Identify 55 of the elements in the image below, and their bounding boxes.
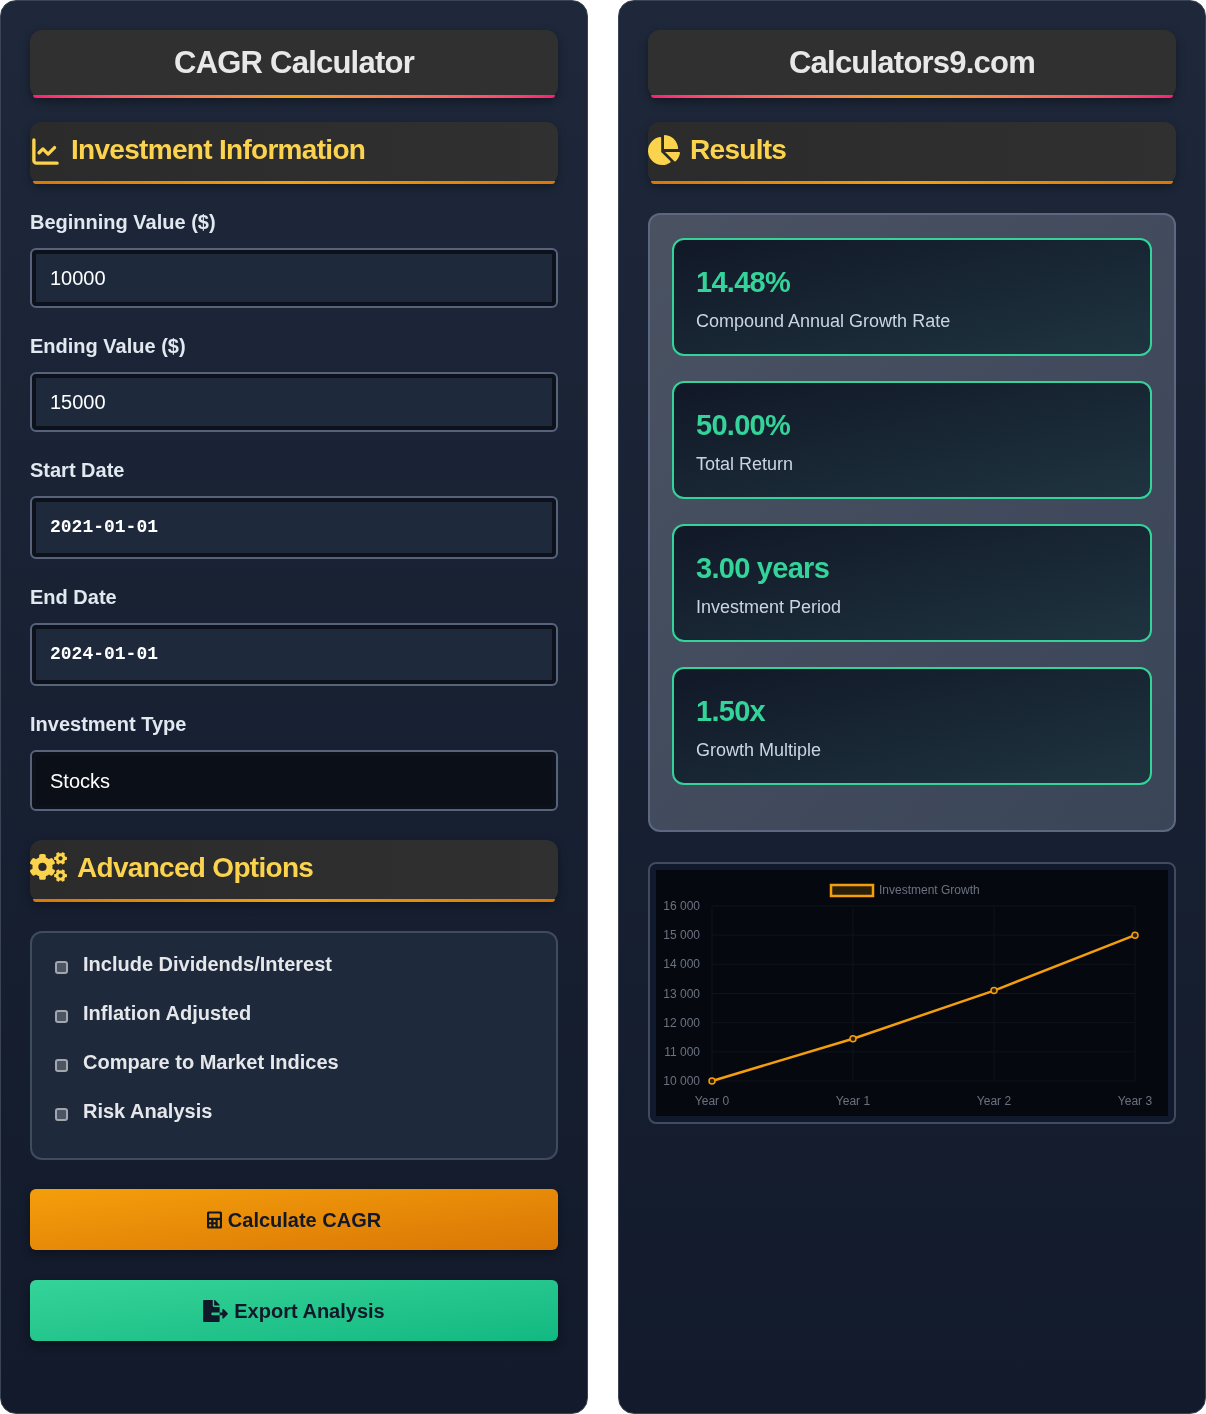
legend-label: Investment Growth <box>879 883 980 897</box>
pie-chart-icon <box>648 134 680 166</box>
result-label: Investment Period <box>696 596 843 619</box>
field-label: Beginning Value ($) <box>30 210 217 234</box>
option-label[interactable]: Compare to Market Indices <box>83 1050 339 1074</box>
page-title: CAGR Calculator <box>174 43 414 82</box>
file-export-icon <box>203 1299 229 1322</box>
field-label: Ending Value ($) <box>30 334 187 358</box>
x-axis-label: Year 3 <box>1117 1094 1153 1108</box>
date-field[interactable]: 2021-01-01 <box>30 496 558 559</box>
section-heading: Investment Information <box>71 133 366 167</box>
option-label[interactable]: Risk Analysis <box>83 1099 213 1123</box>
checkbox[interactable] <box>55 1058 68 1072</box>
result-value: 3.00 years <box>696 551 831 586</box>
select-field[interactable]: Stocks <box>30 750 558 811</box>
calculator-icon <box>206 1209 222 1230</box>
y-axis-label: 10 000 <box>663 1074 700 1088</box>
date-field[interactable]: 2024-01-01 <box>30 623 558 686</box>
x-axis-label: Year 0 <box>694 1094 730 1108</box>
data-point <box>1131 931 1139 939</box>
result-label: Growth Multiple <box>696 739 823 762</box>
option-label[interactable]: Inflation Adjusted <box>83 1001 252 1025</box>
number-field[interactable]: 15000 <box>30 372 558 432</box>
calculate-button[interactable]: Calculate CAGR <box>30 1189 558 1250</box>
section-heading: Advanced Options <box>77 851 314 885</box>
line-chart-icon <box>30 135 61 167</box>
y-axis-label: 15 000 <box>663 928 700 943</box>
page-title: Calculators9.com <box>789 43 1035 82</box>
y-axis-label: 12 000 <box>663 1015 700 1030</box>
y-axis-label: 13 000 <box>663 986 700 1001</box>
export-button[interactable]: Export Analysis <box>30 1280 558 1341</box>
data-point <box>708 1077 716 1085</box>
x-axis-label: Year 2 <box>976 1094 1012 1108</box>
result-value: 50.00% <box>696 408 791 443</box>
result-value: 14.48% <box>696 265 791 300</box>
checkbox[interactable] <box>55 1107 68 1121</box>
checkbox[interactable] <box>55 1009 68 1023</box>
field-label: Investment Type <box>30 712 188 736</box>
section-heading: Results <box>690 133 787 167</box>
gears-icon <box>30 852 67 882</box>
data-point <box>849 1034 857 1043</box>
x-axis-label: Year 1 <box>835 1094 871 1108</box>
option-label[interactable]: Include Dividends/Interest <box>83 952 332 976</box>
number-field[interactable]: 10000 <box>30 248 558 308</box>
y-axis-label: 14 000 <box>663 957 700 972</box>
result-value: 1.50x <box>696 694 766 729</box>
y-axis-label: 16 000 <box>663 899 700 913</box>
field-label: End Date <box>30 585 118 609</box>
result-label: Total Return <box>696 453 795 476</box>
checkbox[interactable] <box>55 960 68 974</box>
field-label: Start Date <box>30 458 126 482</box>
data-point <box>990 986 998 995</box>
result-label: Compound Annual Growth Rate <box>696 310 952 333</box>
y-axis-label: 11 000 <box>664 1044 700 1059</box>
legend-swatch-icon <box>829 883 875 898</box>
